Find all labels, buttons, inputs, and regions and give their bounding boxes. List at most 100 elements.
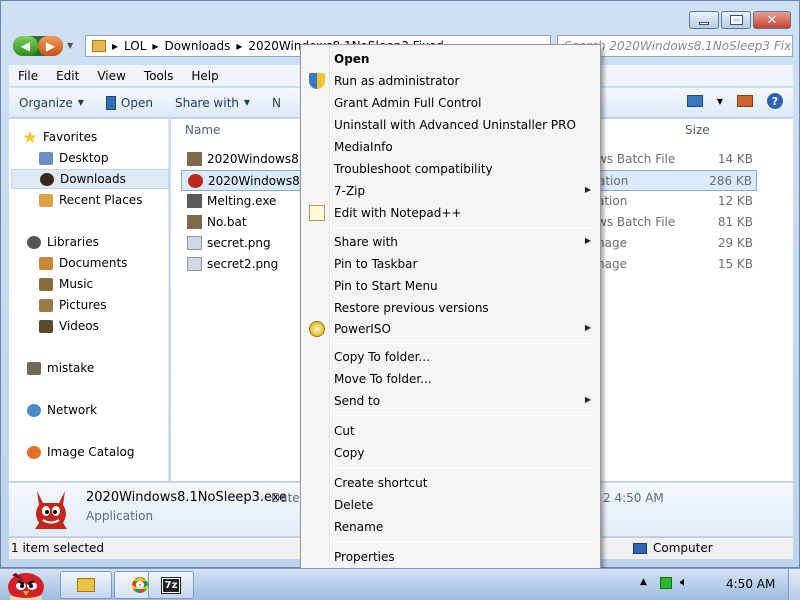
menu-item-run-as-administrator[interactable]: Run as administrator	[304, 71, 597, 91]
chevron-down-icon: ▼	[243, 98, 251, 107]
7zip-icon: 7z	[160, 576, 182, 594]
nav-label: Pictures	[59, 298, 107, 312]
help-icon[interactable]: ?	[767, 93, 783, 109]
context-menu: Open Run as administrator Grant Admin Fu…	[300, 44, 601, 570]
breadcrumb-separator-icon: ▸	[236, 39, 243, 53]
menu-item-label: Grant Admin Full Control	[334, 96, 482, 110]
close-button[interactable]: ✕	[753, 11, 791, 29]
nav-label: Libraries	[47, 235, 99, 249]
menu-edit[interactable]: Edit	[47, 69, 88, 83]
menu-item-mediainfo[interactable]: MediaInfo	[304, 137, 597, 157]
change-view-icon[interactable]	[686, 95, 703, 107]
toolbar-right: ▼ ?	[686, 93, 783, 109]
menu-item-pin-to-start-menu[interactable]: Pin to Start Menu	[304, 276, 597, 296]
menu-item-troubleshoot[interactable]: Troubleshoot compatibility	[304, 159, 597, 179]
volume-icon[interactable]: 🔈︎	[680, 575, 688, 590]
menu-item-share-with[interactable]: Share with ▶	[304, 232, 597, 252]
menu-item-label: Properties	[334, 550, 395, 564]
organize-label: Organize	[19, 95, 73, 110]
menu-item-send-to[interactable]: Send to ▶	[304, 391, 597, 411]
menu-item-cut[interactable]: Cut	[304, 421, 597, 441]
menu-item-grant-admin[interactable]: Grant Admin Full Control	[304, 93, 597, 113]
menu-separator	[332, 343, 596, 344]
chevron-down-icon: ▼	[77, 98, 84, 107]
notepad-plus-plus-icon	[309, 205, 325, 221]
details-date-value: 2 4:50 AM	[603, 491, 664, 505]
toolbar-more-button[interactable]: N	[272, 96, 281, 110]
back-button[interactable]: ◀	[13, 36, 38, 56]
nav-network[interactable]: Network	[27, 400, 185, 420]
nav-favorites[interactable]: Favorites	[23, 127, 181, 147]
breadcrumb-separator-icon: ▸	[112, 39, 119, 53]
open-button[interactable]: Open	[105, 95, 153, 110]
menu-item-7zip[interactable]: 7-Zip ▶	[304, 181, 597, 201]
nav-image-catalog[interactable]: Image Catalog	[27, 442, 185, 462]
menu-item-create-shortcut[interactable]: Create shortcut	[304, 473, 597, 493]
desktop-icon	[39, 151, 53, 165]
devil-app-icon	[188, 174, 203, 188]
minimize-button[interactable]	[689, 11, 719, 29]
menu-view[interactable]: View	[88, 69, 134, 83]
taskbar-7zip-button[interactable]: 7z	[148, 571, 194, 599]
menu-item-copy[interactable]: Copy	[304, 443, 597, 463]
menu-item-properties[interactable]: Properties	[304, 547, 597, 567]
start-button-angry-bird-icon[interactable]	[4, 569, 48, 600]
file-size: 286 KB	[709, 174, 752, 188]
chrome-icon	[132, 577, 148, 593]
organize-button[interactable]: Organize ▼	[19, 96, 84, 110]
maximize-button[interactable]	[721, 11, 751, 29]
nav-buttons: ◀ ▶	[13, 36, 63, 56]
menu-item-label: Restore previous versions	[334, 301, 489, 315]
menu-item-delete[interactable]: Delete	[304, 495, 597, 515]
menu-item-uninstall[interactable]: Uninstall with Advanced Uninstaller PRO	[304, 115, 597, 135]
folder-icon	[27, 361, 41, 375]
menu-separator	[332, 415, 596, 416]
taskbar-explorer-button[interactable]	[60, 571, 112, 599]
music-icon	[39, 277, 53, 291]
menu-tools[interactable]: Tools	[135, 69, 183, 83]
nav-label: Music	[59, 277, 94, 291]
show-desktop-button[interactable]	[788, 569, 800, 600]
submenu-arrow-icon: ▶	[584, 185, 591, 194]
navigation-pane: Favorites Desktop Downloads Recent Place…	[9, 119, 169, 481]
batch-file-icon	[187, 215, 202, 229]
file-size: 15 KB	[717, 257, 753, 271]
menu-item-label: Create shortcut	[334, 476, 428, 490]
column-header-size[interactable]: Size	[685, 123, 710, 137]
menu-help[interactable]: Help	[182, 69, 227, 83]
breadcrumb-lol[interactable]: LOL	[124, 39, 146, 53]
preview-pane-icon[interactable]	[737, 95, 753, 107]
nav-downloads[interactable]: Downloads	[11, 169, 169, 189]
menu-item-rename[interactable]: Rename	[304, 517, 597, 537]
nav-mistake[interactable]: mistake	[27, 358, 185, 378]
menu-separator	[332, 541, 596, 542]
window-controls: ✕	[689, 11, 791, 29]
menu-separator	[332, 467, 596, 468]
breadcrumb-downloads[interactable]: Downloads	[164, 39, 230, 53]
folder-icon	[92, 40, 106, 52]
menu-item-label: Copy	[334, 446, 365, 460]
menu-item-open[interactable]: Open	[304, 49, 597, 69]
menu-item-label: MediaInfo	[334, 140, 393, 154]
share-with-label: Share with	[174, 95, 239, 110]
forward-button[interactable]: ▶	[38, 36, 63, 56]
menu-item-label: Rename	[334, 520, 384, 534]
share-with-button[interactable]: Share with ▼	[175, 96, 250, 110]
menu-item-pin-to-taskbar[interactable]: Pin to Taskbar	[304, 254, 597, 274]
menu-item-notepad-plus-plus[interactable]: Edit with Notepad++	[304, 203, 597, 223]
taskbar: 7z ▲ 🔈︎ 4:50 AM	[0, 568, 800, 600]
recent-pages-dropdown[interactable]: ▼	[67, 41, 73, 50]
clock[interactable]: 4:50 AM	[726, 577, 775, 591]
chevron-down-icon[interactable]: ▼	[717, 97, 723, 106]
nav-libraries[interactable]: Libraries	[27, 232, 185, 252]
column-header-name[interactable]: Name	[185, 123, 220, 137]
details-filename: 2020Windows8.1NoSleep3.exe	[86, 490, 288, 505]
tray-expand-icon[interactable]: ▲	[640, 577, 652, 589]
file-type: ws Batch File	[597, 152, 676, 166]
menu-item-restore-previous-versions[interactable]: Restore previous versions	[304, 298, 597, 318]
menu-file[interactable]: File	[9, 69, 47, 83]
menu-item-move-to-folder[interactable]: Move To folder...	[304, 369, 597, 389]
menu-item-poweriso[interactable]: PowerISO ▶	[304, 319, 597, 339]
menu-item-copy-to-folder[interactable]: Copy To folder...	[304, 347, 597, 367]
network-tray-icon[interactable]	[660, 576, 672, 589]
